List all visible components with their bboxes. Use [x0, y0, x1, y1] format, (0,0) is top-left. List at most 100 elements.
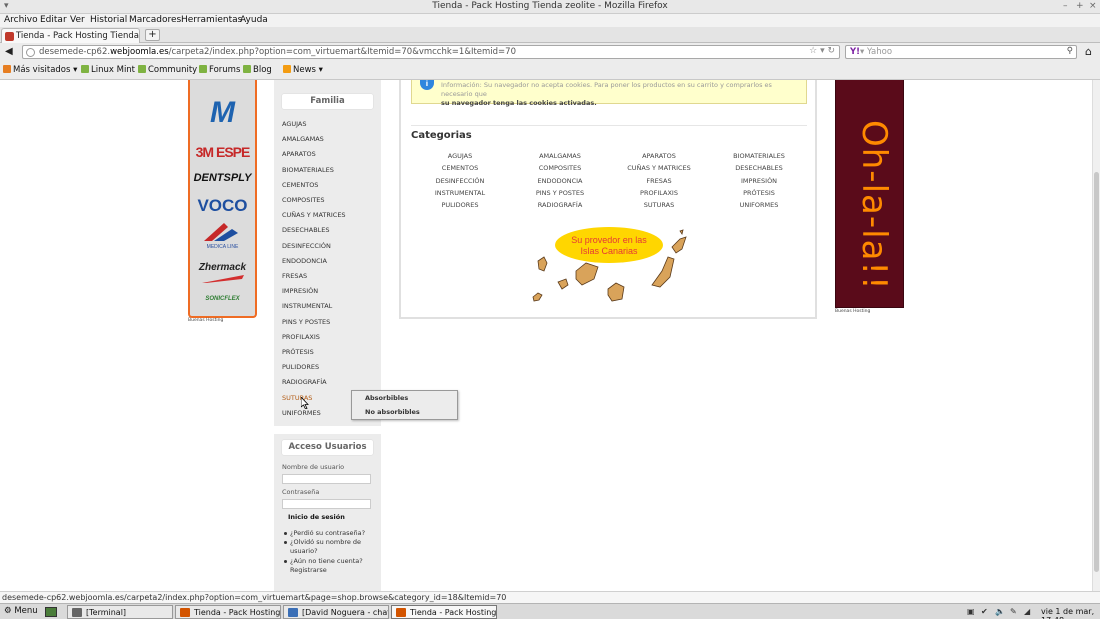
- familia-item[interactable]: DESINFECCIÓN: [282, 242, 331, 250]
- task-label: Tienda - Pack Hosting ...: [194, 608, 281, 617]
- search-icon[interactable]: ⚲: [1067, 46, 1073, 56]
- login-button[interactable]: Inicio de sesión: [288, 513, 345, 521]
- url-prefix: desemede-cp62.: [39, 47, 111, 57]
- login-title: Acceso Usuarios: [282, 440, 373, 455]
- username-field[interactable]: [282, 474, 371, 484]
- main-content-box: i Información: Su navegador no acepta co…: [399, 80, 817, 319]
- back-arrow-icon[interactable]: ◀: [5, 46, 13, 57]
- search-input[interactable]: Y!▾ Yahoo ⚲: [845, 45, 1077, 59]
- categoria-link[interactable]: UNIFORMES: [709, 201, 809, 209]
- tab-tienda[interactable]: Tienda - Pack Hosting Tienda z...: [1, 28, 140, 43]
- familia-item[interactable]: PINS Y POSTES: [282, 318, 330, 326]
- familia-item[interactable]: UNIFORMES: [282, 409, 321, 417]
- categoria-link[interactable]: ENDODONCIA: [510, 177, 610, 185]
- yahoo-engine-icon[interactable]: Y!: [850, 47, 860, 57]
- navigation-bar: ◀ desemede-cp62.webjoomla.es/carpeta2/in…: [0, 43, 1100, 61]
- menu-herramientas[interactable]: Herramientas: [181, 15, 242, 25]
- register-link[interactable]: ¿Aún no tiene cuenta? Registrarse: [284, 557, 379, 575]
- start-menu-label: Menu: [14, 606, 38, 616]
- categoria-link[interactable]: DESINFECCIÓN: [410, 177, 510, 185]
- familia-item[interactable]: PROFILAXIS: [282, 333, 320, 341]
- familia-item[interactable]: AMALGAMAS: [282, 135, 324, 143]
- task-firefox-active[interactable]: Tienda - Pack Hosting ...: [391, 605, 497, 619]
- categoria-link[interactable]: PROFILAXIS: [609, 189, 709, 197]
- bookmark-blog[interactable]: Blog: [243, 65, 272, 75]
- canarias-promo[interactable]: Su provedor en las Islas Canarias: [530, 227, 690, 312]
- show-desktop-icon[interactable]: [45, 607, 57, 617]
- brands-caption: Buenas Hosting: [188, 318, 224, 323]
- bookmark-news[interactable]: News ▾: [283, 65, 323, 75]
- familia-item[interactable]: ENDODONCIA: [282, 257, 327, 265]
- forgot-username-link[interactable]: ¿Olvidó su nombre de usuario?: [284, 538, 379, 556]
- categoria-link[interactable]: AMALGAMAS: [510, 152, 610, 160]
- banner-caption: Buenas Hosting: [835, 309, 871, 314]
- maximize-button[interactable]: +: [1076, 1, 1084, 11]
- familia-item[interactable]: BIOMATERIALES: [282, 166, 334, 174]
- password-field[interactable]: [282, 499, 371, 509]
- task-firefox-1[interactable]: Tienda - Pack Hosting ...: [175, 605, 281, 619]
- familia-item[interactable]: PULIDORES: [282, 363, 319, 371]
- categoria-link[interactable]: INSTRUMENTAL: [410, 189, 510, 197]
- familia-item[interactable]: AGUJAS: [282, 120, 307, 128]
- close-window-button[interactable]: ×: [1089, 1, 1097, 11]
- task-terminal[interactable]: [Terminal]: [67, 605, 173, 619]
- bookmark-mas-visitados[interactable]: Más visitados ▾: [3, 65, 77, 75]
- categoria-link[interactable]: APARATOS: [609, 152, 709, 160]
- categoria-link[interactable]: IMPRESIÓN: [709, 177, 809, 185]
- familia-item[interactable]: DESECHABLES: [282, 226, 330, 234]
- bookmark-forums[interactable]: Forums: [199, 65, 240, 75]
- categoria-link[interactable]: SUTURAS: [609, 201, 709, 209]
- categoria-link[interactable]: BIOMATERIALES: [709, 152, 809, 160]
- bookmark-label: Forums: [209, 65, 241, 75]
- vertical-scrollbar[interactable]: [1092, 80, 1100, 591]
- menu-archivo[interactable]: Archivo: [4, 15, 38, 25]
- familia-item[interactable]: APARATOS: [282, 150, 316, 158]
- submenu-absorbibles[interactable]: Absorbibles: [365, 394, 408, 402]
- categorias-title: Categorias: [411, 130, 472, 141]
- categoria-link[interactable]: COMPOSITES: [510, 164, 610, 172]
- bookmark-star-reload-icons[interactable]: ☆ ▾ ↻: [809, 46, 835, 56]
- start-menu-button[interactable]: ⚙ Menu: [4, 606, 38, 616]
- task-chat[interactable]: [David Noguera - chat...: [283, 605, 389, 619]
- pen-icon[interactable]: ✎: [1010, 607, 1017, 616]
- categoria-link[interactable]: PRÓTESIS: [709, 189, 809, 197]
- categoria-link[interactable]: AGUJAS: [410, 152, 510, 160]
- familia-item[interactable]: IMPRESIÓN: [282, 287, 318, 295]
- submenu-no-absorbibles[interactable]: No absorbibles: [365, 408, 420, 416]
- categoria-link[interactable]: PINS Y POSTES: [510, 189, 610, 197]
- bookmark-linux-mint[interactable]: Linux Mint: [81, 65, 135, 75]
- familia-item[interactable]: COMPOSITES: [282, 196, 325, 204]
- familia-item[interactable]: CUÑAS Y MATRICES: [282, 211, 346, 219]
- categoria-link[interactable]: PULIDORES: [410, 201, 510, 209]
- bookmark-label: Community: [148, 65, 198, 75]
- menu-ayuda[interactable]: Ayuda: [240, 15, 268, 25]
- wifi-icon[interactable]: ◢: [1024, 607, 1030, 616]
- oh-la-la-banner[interactable]: Oh-la-la!!: [835, 80, 904, 308]
- familia-item[interactable]: PRÓTESIS: [282, 348, 314, 356]
- update-shield-icon[interactable]: ✔: [981, 607, 988, 616]
- categoria-link[interactable]: FRESAS: [609, 177, 709, 185]
- categoria-link[interactable]: CUÑAS Y MATRICES: [609, 164, 709, 172]
- familia-item[interactable]: RADIOGRAFÍA: [282, 378, 327, 386]
- forgot-password-link[interactable]: ¿Perdió su contraseña?: [284, 529, 379, 538]
- url-bar[interactable]: desemede-cp62.webjoomla.es/carpeta2/inde…: [22, 45, 840, 59]
- familia-item[interactable]: CEMENTOS: [282, 181, 318, 189]
- familia-item[interactable]: FRESAS: [282, 272, 307, 280]
- categoria-link[interactable]: RADIOGRAFÍA: [510, 201, 610, 209]
- volume-icon[interactable]: 🔈: [995, 607, 1005, 616]
- minimize-button[interactable]: –: [1063, 1, 1068, 11]
- familia-item[interactable]: INSTRUMENTAL: [282, 302, 332, 310]
- bookmark-community[interactable]: Community: [138, 65, 197, 75]
- brands-banner[interactable]: M 3M ESPE DENTSPLY VOCO MEDICA LINE Zher…: [188, 80, 257, 318]
- menu-ver[interactable]: Ver: [70, 15, 85, 25]
- home-icon[interactable]: ⌂: [1085, 45, 1092, 58]
- categoria-link[interactable]: DESECHABLES: [709, 164, 809, 172]
- categoria-link[interactable]: CEMENTOS: [410, 164, 510, 172]
- scrollbar-thumb[interactable]: [1094, 172, 1099, 572]
- menu-marcadores[interactable]: Marcadores: [129, 15, 181, 25]
- menu-editar[interactable]: Editar: [40, 15, 67, 25]
- new-tab-button[interactable]: +: [145, 29, 160, 41]
- menu-historial[interactable]: Historial: [90, 15, 127, 25]
- bookmark-label: News ▾: [293, 65, 323, 75]
- network-icon[interactable]: ▣: [967, 607, 975, 616]
